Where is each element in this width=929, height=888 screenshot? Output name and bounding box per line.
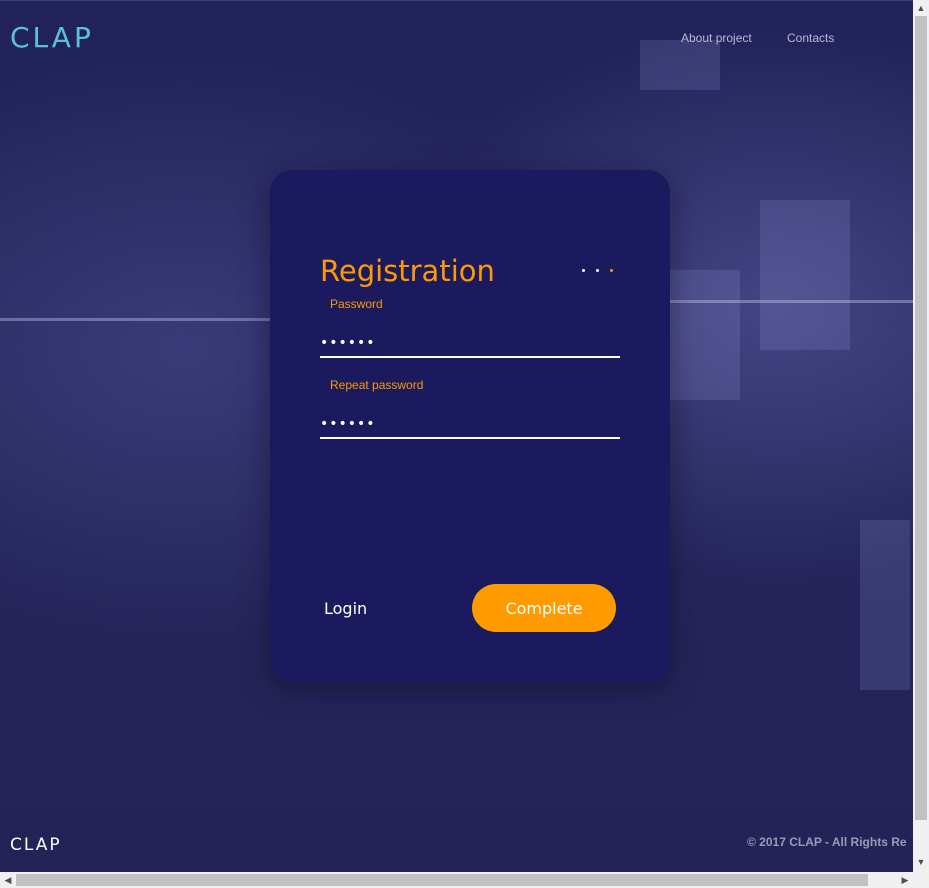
step-dot [582,269,585,272]
vertical-scroll-thumb[interactable] [915,16,927,820]
login-link[interactable]: Login [324,599,367,618]
scroll-left-icon[interactable]: ◀ [0,872,16,888]
repeat-password-field[interactable] [320,411,620,439]
horizontal-scroll-thumb[interactable] [16,874,868,886]
background-building [760,200,850,350]
top-bar: CLAP About project Contacts [0,0,913,71]
scroll-down-icon[interactable]: ▼ [913,854,929,870]
copyright-text: © 2017 CLAP - All Rights Re [747,835,907,849]
background-lights [0,318,270,321]
step-dot [610,269,613,272]
logo[interactable]: CLAP [10,21,94,54]
nav-about-project[interactable]: About project [681,31,752,45]
nav-contacts[interactable]: Contacts [787,31,834,45]
scroll-up-icon[interactable]: ▲ [913,0,929,16]
vertical-scrollbar[interactable]: ▲ ▼ [913,0,929,872]
step-dot [596,269,599,272]
step-indicator [582,269,618,273]
page-background: CLAP About project Contacts Registration… [0,0,913,872]
background-building [670,270,740,400]
password-field[interactable] [320,330,620,358]
footer-logo: CLAP [10,835,62,855]
repeat-password-label: Repeat password [330,378,424,392]
horizontal-scrollbar[interactable]: ◀ ▶ [0,872,929,888]
password-label: Password [330,297,383,311]
background-lights [670,300,913,303]
registration-card: Registration Password Repeat password Lo… [270,170,670,682]
background-building [860,520,910,690]
form-title: Registration [320,254,495,288]
scroll-right-icon[interactable]: ▶ [897,872,913,888]
complete-button[interactable]: Complete [472,584,616,632]
